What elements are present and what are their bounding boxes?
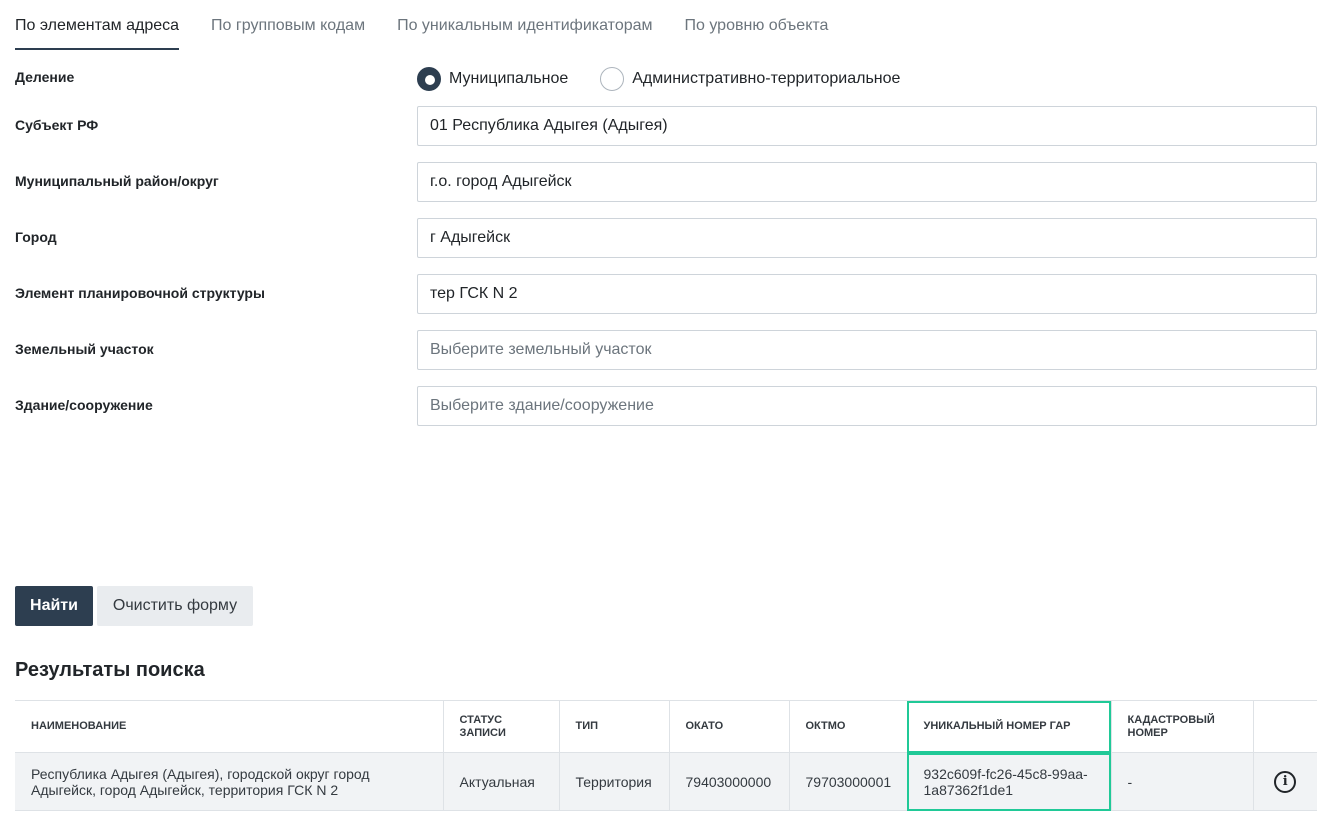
field-label-planning: Элемент планировочной структуры	[15, 285, 265, 301]
col-header-okato[interactable]: ОКАТО	[669, 700, 790, 753]
division-label: Деление	[15, 69, 75, 85]
field-label-subject: Субъект РФ	[15, 117, 99, 133]
tab-unique-ids[interactable]: По уникальным идентификаторам	[397, 0, 652, 50]
field-row-city: Город г Адыгейск	[15, 218, 1317, 258]
radio-administrative[interactable]: Административно-территориальное	[600, 67, 900, 91]
cell-status: Актуальная	[443, 752, 560, 811]
cell-type: Территория	[559, 752, 670, 811]
table-header-row: Наименование Статус записи Тип ОКАТО ОКТ…	[15, 700, 1317, 753]
building-select[interactable]: Выберите здание/сооружение	[417, 386, 1317, 426]
land-plot-select[interactable]: Выберите земельный участок	[417, 330, 1317, 370]
col-header-cadastral[interactable]: Кадастровый номер	[1111, 700, 1254, 753]
planning-structure-select[interactable]: тер ГСК N 2	[417, 274, 1317, 314]
radio-administrative-label: Административно-территориальное	[632, 70, 901, 87]
field-label-district: Муниципальный район/округ	[15, 173, 219, 189]
field-row-planning: Элемент планировочной структуры тер ГСК …	[15, 274, 1317, 314]
col-header-status[interactable]: Статус записи	[443, 700, 560, 753]
results-table: Наименование Статус записи Тип ОКАТО ОКТ…	[15, 700, 1317, 811]
cell-okato: 79403000000	[669, 752, 790, 811]
field-label-building: Здание/сооружение	[15, 397, 153, 413]
division-radio-group: Муниципальное Административно-территориа…	[417, 66, 932, 92]
cell-name: Республика Адыгея (Адыгея), городской ок…	[15, 752, 444, 811]
find-button[interactable]: Найти	[15, 586, 93, 626]
field-row-land: Земельный участок Выберите земельный уча…	[15, 330, 1317, 370]
field-row-building: Здание/сооружение Выберите здание/сооруж…	[15, 386, 1317, 426]
radio-checked-icon[interactable]	[417, 67, 441, 91]
col-header-type[interactable]: Тип	[559, 700, 670, 753]
field-row-subject: Субъект РФ 01 Республика Адыгея (Адыгея)	[15, 106, 1317, 146]
cell-cadastral: -	[1111, 752, 1254, 811]
col-header-actions	[1253, 700, 1317, 753]
table-row[interactable]: Республика Адыгея (Адыгея), городской ок…	[15, 752, 1317, 811]
radio-unchecked-icon[interactable]	[600, 67, 625, 91]
cell-oktmo: 79703000001	[789, 752, 908, 811]
district-select[interactable]: г.о. город Адыгейск	[417, 162, 1317, 202]
cell-actions: i	[1253, 752, 1317, 811]
field-row-district: Муниципальный район/округ г.о. город Ады…	[15, 162, 1317, 202]
tab-address-elements[interactable]: По элементам адреса	[15, 0, 180, 50]
subject-select[interactable]: 01 Республика Адыгея (Адыгея)	[417, 106, 1317, 146]
info-icon[interactable]: i	[1274, 770, 1297, 793]
division-row: Деление Муниципальное Административно-те…	[15, 66, 1317, 106]
tab-group-codes[interactable]: По групповым кодам	[211, 0, 365, 50]
tab-object-level[interactable]: По уровню объекта	[685, 0, 829, 50]
cell-gar: 932c609f-fc26-45c8-99aa-1a87362f1de1	[907, 752, 1112, 811]
radio-municipal[interactable]: Муниципальное	[417, 67, 568, 91]
results-title: Результаты поиска	[15, 659, 205, 681]
field-label-land: Земельный участок	[15, 341, 154, 357]
col-header-name[interactable]: Наименование	[15, 700, 444, 753]
field-label-city: Город	[15, 229, 57, 245]
col-header-gar[interactable]: Уникальный номер ГАР	[907, 700, 1112, 753]
clear-form-button[interactable]: Очистить форму	[97, 586, 253, 626]
radio-municipal-label: Муниципальное	[449, 70, 569, 87]
tab-bar: По элементам адреса По групповым кодам П…	[15, 0, 860, 50]
city-select[interactable]: г Адыгейск	[417, 218, 1317, 258]
col-header-oktmo[interactable]: ОКТМО	[789, 700, 908, 753]
